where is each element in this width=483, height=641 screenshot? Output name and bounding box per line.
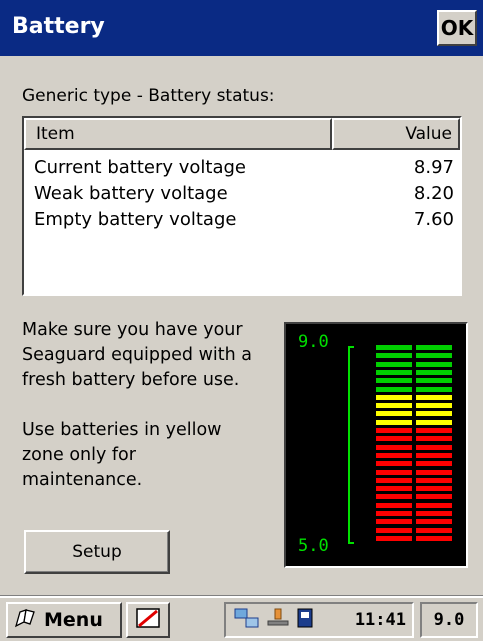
gauge-bracket [348,346,354,544]
gauge-max-label: 9.0 [298,332,329,352]
gauge-segment-red [416,494,452,500]
gauge-segment-red [416,511,452,516]
gauge-segment-yellow [416,403,452,409]
gauge-segment-green [376,345,412,350]
gauge-segment-yellow [416,419,452,425]
keyboard-icon [135,606,161,634]
list-header: Item Value [24,118,460,150]
column-header-item[interactable]: Item [24,118,332,150]
gauge-segment-red [376,502,412,508]
gauge-segment-red [416,444,452,450]
gauge-segment-green [376,369,412,375]
start-menu-label: Menu [44,609,103,631]
start-menu-button[interactable]: Menu [6,602,122,638]
gauge-segment-green [416,378,452,384]
setup-button[interactable]: Setup [24,530,170,574]
gauge-segment-red [376,535,412,541]
gauge-segment-green [416,369,452,375]
network-icon[interactable] [234,607,260,633]
gauge-segment-green [376,386,412,392]
fresh-battery-note: Make sure you have your Seaguard equippe… [22,318,282,393]
gauge-segment-yellow [416,411,452,417]
gauge-segment-green [376,378,412,384]
note-line: fresh battery before use. [22,370,240,390]
storage-card-icon[interactable] [296,607,314,633]
gauge-segment-green [376,353,412,359]
battery-status-list[interactable]: Item Value Current battery voltage 8.97 … [22,116,462,296]
gauge-segment-red [416,527,452,533]
gauge-segment-yellow [376,394,412,400]
note-line: maintenance. [22,470,143,490]
taskbar-separator [0,586,483,596]
title-bar: Battery OK [0,0,483,56]
note-line: zone only for [22,445,136,465]
row-value: 7.60 [413,209,454,230]
gauge-segment-red [416,502,452,508]
power-connector-icon[interactable] [266,607,290,633]
gauge-segment-red [376,428,412,433]
row-value: 8.97 [413,157,454,178]
gauge-segment-yellow [376,411,412,417]
ok-button[interactable]: OK [437,10,477,46]
gauge-segment-red [416,469,452,475]
table-row[interactable]: Empty battery voltage 7.60 [24,208,460,232]
window-title: Battery [12,14,105,39]
battery-gauge: 9.0 5.0 [284,322,468,568]
row-item: Weak battery voltage [34,183,228,204]
gauge-segment-red [376,511,412,516]
system-tray: 11:41 [224,602,414,638]
gauge-min-label: 5.0 [298,536,329,556]
gauge-segment-green [416,353,452,359]
note-line: Use batteries in yellow [22,420,222,440]
gauge-segment-red [376,461,412,467]
gauge-segment-red [376,477,412,483]
gauge-segment-yellow [376,419,412,425]
column-header-value[interactable]: Value [332,118,460,150]
table-row[interactable]: Weak battery voltage 8.20 [24,182,460,206]
gauge-segment-red [416,477,452,483]
gauge-segment-red [416,461,452,467]
taskbar-voltage: 9.0 [420,602,478,638]
row-item: Empty battery voltage [34,209,237,230]
input-panel-button[interactable] [126,602,170,638]
gauge-segment-yellow [376,403,412,409]
taskbar-clock[interactable]: 11:41 [355,610,406,630]
gauge-segment-green [416,386,452,392]
gauge-segment-red [376,469,412,475]
row-value: 8.20 [413,183,454,204]
status-heading: Generic type - Battery status: [22,86,275,106]
gauge-segment-red [376,486,412,492]
gauge-segment-red [416,535,452,541]
table-row[interactable]: Current battery voltage 8.97 [24,156,460,180]
gauge-segment-green [376,361,412,367]
row-item: Current battery voltage [34,157,247,178]
note-line: Seaguard equipped with a [22,345,252,365]
gauge-segment-red [376,527,412,533]
gauge-segment-yellow [416,394,452,400]
gauge-segment-red [376,444,412,450]
gauge-segment-red [416,452,452,458]
gauge-segment-red [376,519,412,525]
gauge-segment-red [416,428,452,433]
taskbar: Menu 11:41 9.0 [0,596,483,641]
gauge-segment-red [376,452,412,458]
gauge-segment-red [376,494,412,500]
gauge-segment-red [416,486,452,492]
gauge-segment-red [376,436,412,442]
note-line: Make sure you have your [22,320,243,340]
gauge-segment-red [416,436,452,442]
yellow-zone-note: Use batteries in yellow zone only for ma… [22,418,282,493]
start-flag-icon [14,606,40,635]
gauge-segment-red [416,519,452,525]
gauge-segment-green [416,345,452,350]
gauge-segment-green [416,361,452,367]
